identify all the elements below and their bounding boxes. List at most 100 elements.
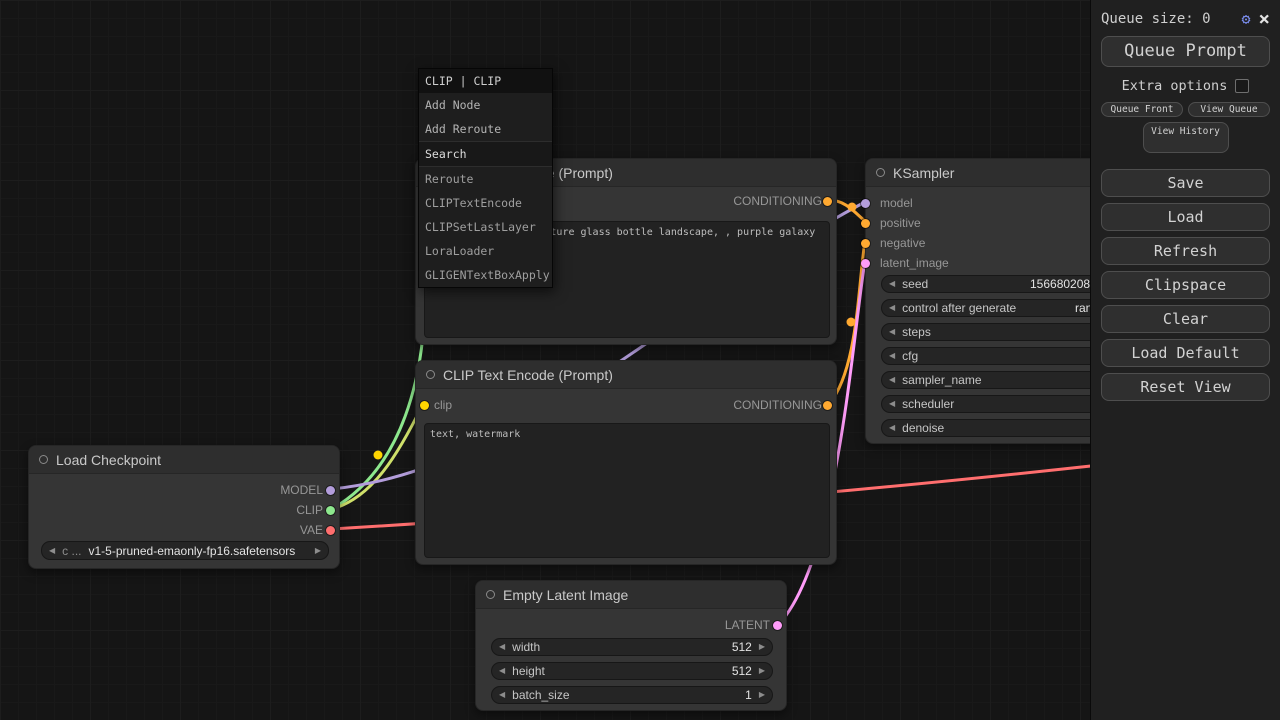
load-default-button[interactable]: Load Default <box>1101 339 1270 367</box>
widget-value: 512 <box>732 640 752 654</box>
input-label-negative: negative <box>880 236 925 250</box>
stepper-left-arrow-icon[interactable]: ◀ <box>889 328 895 336</box>
context-menu-add-node[interactable]: Add Node <box>419 93 552 117</box>
extra-options-checkbox[interactable] <box>1235 79 1249 93</box>
input-port-positive[interactable] <box>861 219 870 228</box>
queue-size-label: Queue size: 0 <box>1101 11 1234 27</box>
output-label-latent: LATENT <box>725 618 770 632</box>
input-port-model[interactable] <box>861 199 870 208</box>
stepper-left-arrow-icon[interactable]: ◀ <box>499 667 505 675</box>
stepper-left-arrow-icon[interactable]: ◀ <box>499 643 505 651</box>
combo-left-arrow-icon[interactable]: ◀ <box>49 547 55 555</box>
context-menu: CLIP | CLIP Add Node Add Reroute Search … <box>418 68 553 288</box>
widget-value: 1566802087 <box>1030 277 1097 291</box>
node-title-bar[interactable]: CLIP Text Encode (Prompt) <box>416 361 836 389</box>
widget-label: denoise <box>902 421 944 435</box>
comfy-menu: Queue size: 0 ⚙ × Queue Prompt Extra opt… <box>1090 0 1280 720</box>
stepper-left-arrow-icon[interactable]: ◀ <box>889 352 895 360</box>
context-menu-search[interactable]: Search <box>419 141 552 167</box>
widget-height[interactable]: ◀ height 512 ▶ <box>491 662 773 680</box>
input-port-latent-image[interactable] <box>861 259 870 268</box>
widget-label: steps <box>902 325 931 339</box>
output-port-clip[interactable] <box>326 506 335 515</box>
node-title: KSampler <box>893 165 954 181</box>
stepper-left-arrow-icon[interactable]: ◀ <box>499 691 505 699</box>
node-title: Load Checkpoint <box>56 452 161 468</box>
view-queue-button[interactable]: View Queue <box>1188 102 1270 117</box>
output-port-model[interactable] <box>326 486 335 495</box>
stepper-left-arrow-icon[interactable]: ◀ <box>889 400 895 408</box>
reset-view-button[interactable]: Reset View <box>1101 373 1270 401</box>
clipspace-button[interactable]: Clipspace <box>1101 271 1270 299</box>
widget-label: cfg <box>902 349 918 363</box>
output-label-conditioning: CONDITIONING <box>733 398 822 412</box>
collapse-dot-icon[interactable] <box>876 168 885 177</box>
prompt-textarea[interactable]: text, watermark <box>424 423 830 558</box>
comfyui-app: CLIP Text Encode (Prompt) CONDITIONING b… <box>0 0 1280 720</box>
output-label-model: MODEL <box>280 483 323 497</box>
input-label-model: model <box>880 196 913 210</box>
widget-value: 512 <box>732 664 752 678</box>
widget-label: seed <box>902 277 928 291</box>
node-empty-latent-image: Empty Latent Image LATENT ◀ width 512 ▶ … <box>475 580 787 711</box>
load-button[interactable]: Load <box>1101 203 1270 231</box>
widget-width[interactable]: ◀ width 512 ▶ <box>491 638 773 656</box>
input-port-clip[interactable] <box>420 401 429 410</box>
stepper-left-arrow-icon[interactable]: ◀ <box>889 424 895 432</box>
widget-value: 1 <box>745 688 752 702</box>
stepper-right-arrow-icon[interactable]: ▶ <box>759 667 765 675</box>
widget-label: sampler_name <box>902 373 981 387</box>
widget-batch-size[interactable]: ◀ batch_size 1 ▶ <box>491 686 773 704</box>
stepper-right-arrow-icon[interactable]: ▶ <box>759 643 765 651</box>
node-load-checkpoint: Load Checkpoint MODEL CLIP VAE ◀ c ... v… <box>28 445 340 569</box>
queue-front-button[interactable]: Queue Front <box>1101 102 1183 117</box>
collapse-dot-icon[interactable] <box>39 455 48 464</box>
output-port-latent[interactable] <box>773 621 782 630</box>
close-menu-icon[interactable]: × <box>1259 10 1270 29</box>
save-button[interactable]: Save <box>1101 169 1270 197</box>
widget-label: scheduler <box>902 397 954 411</box>
context-menu-entry-clipsetlastlayer[interactable]: CLIPSetLastLayer <box>419 215 552 239</box>
clear-button[interactable]: Clear <box>1101 305 1270 333</box>
output-label-clip: CLIP <box>296 503 323 517</box>
collapse-dot-icon[interactable] <box>426 370 435 379</box>
combo-right-arrow-icon[interactable]: ▶ <box>315 547 321 555</box>
queue-prompt-button[interactable]: Queue Prompt <box>1101 36 1270 67</box>
output-port-vae[interactable] <box>326 526 335 535</box>
context-menu-entry-reroute[interactable]: Reroute <box>419 167 552 191</box>
stepper-left-arrow-icon[interactable]: ◀ <box>889 280 895 288</box>
stepper-left-arrow-icon[interactable]: ◀ <box>889 304 895 312</box>
output-label-conditioning: CONDITIONING <box>733 194 822 208</box>
input-label-clip: clip <box>434 398 452 412</box>
collapse-dot-icon[interactable] <box>486 590 495 599</box>
context-menu-entry-loraloader[interactable]: LoraLoader <box>419 239 552 263</box>
node-title-bar[interactable]: Empty Latent Image <box>476 581 786 609</box>
settings-gear-icon[interactable]: ⚙ <box>1242 10 1251 28</box>
stepper-left-arrow-icon[interactable]: ◀ <box>889 376 895 384</box>
input-label-positive: positive <box>880 216 921 230</box>
context-menu-title: CLIP | CLIP <box>419 69 552 93</box>
widget-label: control after generate <box>902 301 1016 315</box>
refresh-button[interactable]: Refresh <box>1101 237 1270 265</box>
output-port-conditioning[interactable] <box>823 197 832 206</box>
input-label-latent-image: latent_image <box>880 256 949 270</box>
node-clip-text-encode-negative: CLIP Text Encode (Prompt) clip CONDITION… <box>415 360 837 565</box>
node-title: Empty Latent Image <box>503 587 628 603</box>
extra-options-label: Extra options <box>1122 78 1228 94</box>
context-menu-entry-gligentextboxapply[interactable]: GLIGENTextBoxApply <box>419 263 552 287</box>
node-title-bar[interactable]: Load Checkpoint <box>29 446 339 474</box>
input-port-negative[interactable] <box>861 239 870 248</box>
widget-label: height <box>512 664 545 678</box>
combo-value: v1-5-pruned-emaonly-fp16.safetensors <box>89 544 296 558</box>
output-port-conditioning[interactable] <box>823 401 832 410</box>
widget-label: batch_size <box>512 688 569 702</box>
ckpt-name-combo[interactable]: ◀ c ... v1-5-pruned-emaonly-fp16.safeten… <box>41 541 329 560</box>
stepper-right-arrow-icon[interactable]: ▶ <box>759 691 765 699</box>
widget-label: width <box>512 640 540 654</box>
context-menu-add-reroute[interactable]: Add Reroute <box>419 117 552 141</box>
combo-prefix: c ... <box>62 544 81 558</box>
view-history-button[interactable]: View History <box>1143 122 1229 153</box>
context-menu-entry-cliptextencode[interactable]: CLIPTextEncode <box>419 191 552 215</box>
node-title: CLIP Text Encode (Prompt) <box>443 367 613 383</box>
output-label-vae: VAE <box>300 523 323 537</box>
